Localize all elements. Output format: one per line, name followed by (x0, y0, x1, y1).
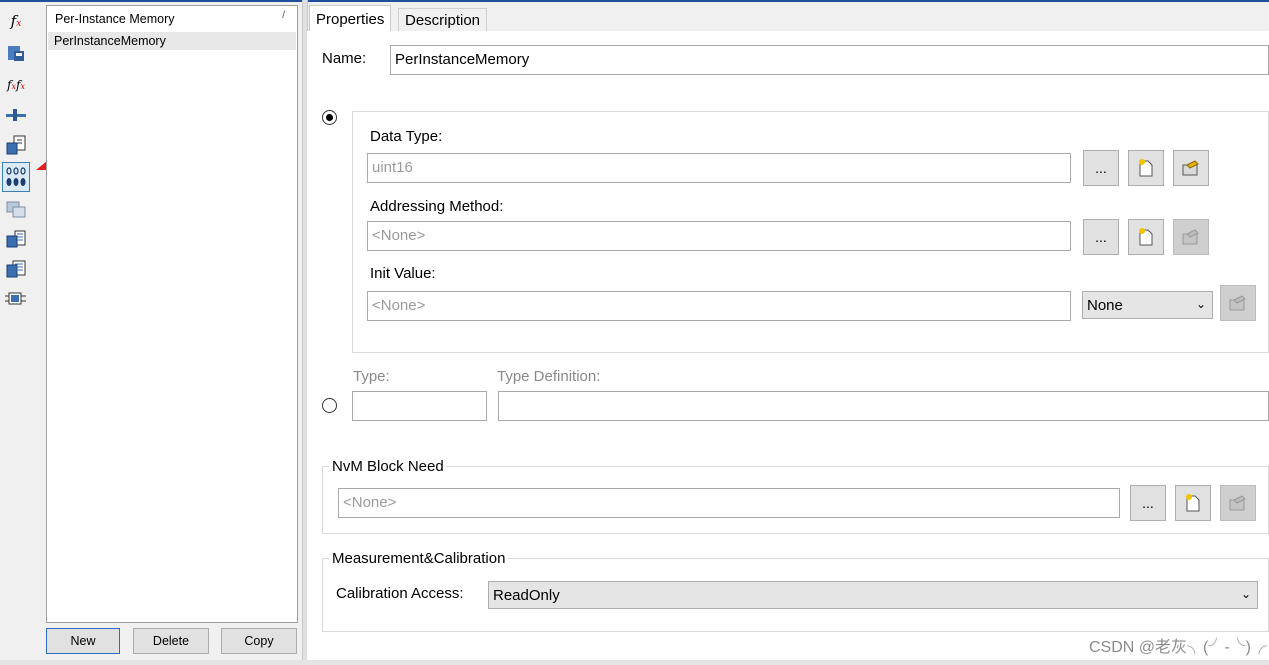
data-type-field[interactable]: uint16 (367, 153, 1071, 183)
left-toolbar: fx fxfx (0, 4, 32, 314)
interface-icon[interactable] (2, 286, 30, 312)
calibration-access-combo[interactable]: ReadOnly ⌄ (488, 581, 1258, 609)
event-list-icon[interactable] (2, 256, 30, 282)
fx-chain-icon[interactable]: fxfx (2, 72, 30, 98)
new-document-icon (1139, 159, 1153, 177)
edit-properties-icon (1229, 295, 1246, 311)
calc-document-icon[interactable] (2, 132, 30, 158)
window-top-border (0, 0, 1269, 2)
edit-properties-icon (1182, 229, 1199, 245)
tab-description[interactable]: Description (398, 8, 488, 31)
chevron-down-icon: ⌄ (1240, 587, 1251, 601)
per-instance-memory-icon[interactable] (2, 162, 30, 192)
type-label: Type: (353, 368, 390, 385)
delete-button[interactable]: Delete (133, 628, 209, 654)
tab-properties[interactable]: Properties (309, 5, 392, 33)
new-document-icon (1186, 494, 1200, 512)
addressing-browse-button[interactable]: ... (1083, 219, 1119, 255)
calibration-access-label: Calibration Access: (336, 585, 464, 602)
fx-icon[interactable]: fx (2, 8, 30, 34)
chevron-down-icon: ⌄ (1195, 297, 1206, 311)
data-type-edit-button[interactable] (1173, 150, 1209, 186)
name-field[interactable]: PerInstanceMemory (390, 45, 1269, 75)
data-type-browse-button[interactable]: ... (1083, 150, 1119, 186)
type-definition-field[interactable] (498, 391, 1269, 421)
nvm-block-field[interactable]: <None> (338, 488, 1120, 518)
data-type-label: Data Type: (370, 128, 443, 145)
list-header: Per-Instance Memory (55, 12, 175, 26)
type-definition-radio[interactable] (322, 398, 337, 413)
init-value-combo[interactable]: None ⌄ (1082, 291, 1213, 319)
edit-properties-icon (1229, 495, 1246, 511)
nvm-edit-button[interactable] (1220, 485, 1256, 521)
measurement-calibration-legend: Measurement&Calibration (329, 550, 509, 567)
name-label: Name: (322, 50, 367, 67)
list-item[interactable]: PerInstanceMemory (48, 32, 296, 50)
type-field[interactable] (352, 391, 487, 421)
data-type-new-button[interactable] (1128, 150, 1164, 186)
init-value-field[interactable]: <None> (367, 291, 1071, 321)
copy-button[interactable]: Copy (221, 628, 297, 654)
new-document-icon (1139, 228, 1153, 246)
addressing-method-label: Addressing Method: (370, 198, 504, 215)
addressing-edit-button[interactable] (1173, 219, 1209, 255)
component-group-icon[interactable] (2, 196, 30, 222)
new-button[interactable]: New (46, 628, 120, 654)
instance-list-panel: Per-Instance Memory / PerInstanceMemory (46, 5, 298, 623)
runnable-list-icon[interactable] (2, 226, 30, 252)
nvm-new-button[interactable] (1175, 485, 1211, 521)
port-connector-icon[interactable] (2, 102, 30, 128)
column-resize-mark[interactable]: / (282, 10, 285, 21)
watermark: CSDN @老灰╮(╯-╰)╭ (1088, 639, 1267, 656)
type-definition-label: Type Definition: (497, 368, 601, 385)
list-item-label: PerInstanceMemory (54, 34, 166, 48)
init-value-edit-button[interactable] (1220, 285, 1256, 321)
data-type-radio[interactable] (322, 110, 337, 125)
init-value-label: Init Value: (370, 265, 436, 282)
status-bar (0, 660, 1269, 665)
edit-properties-icon (1182, 160, 1199, 176)
nvm-browse-button[interactable]: ... (1130, 485, 1166, 521)
addressing-method-field[interactable]: <None> (367, 221, 1071, 251)
nvm-block-legend: NvM Block Need (329, 458, 447, 475)
save-data-icon[interactable] (2, 40, 30, 66)
addressing-new-button[interactable] (1128, 219, 1164, 255)
